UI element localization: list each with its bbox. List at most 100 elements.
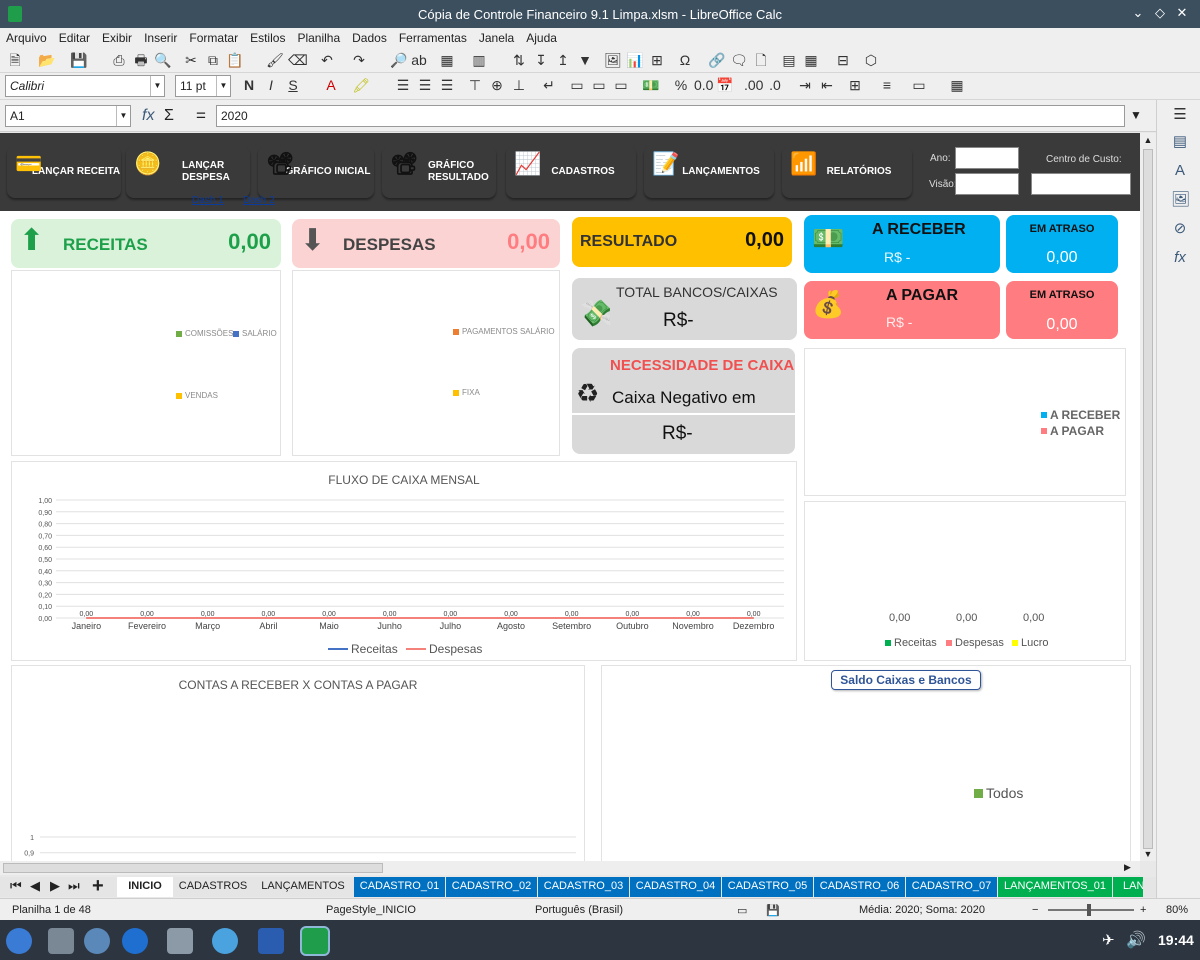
browser-icon[interactable] xyxy=(122,928,148,954)
tab-cadastro-07[interactable]: CADASTRO_07 xyxy=(906,877,997,897)
zoom-slider-handle[interactable] xyxy=(1087,904,1091,916)
cadastros-button[interactable]: 📈 CADASTROS xyxy=(506,146,636,198)
chart-icon[interactable]: 📊 xyxy=(626,51,644,69)
tab-lancamentos[interactable]: LANÇAMENTOS xyxy=(253,877,353,897)
menu-planilha[interactable]: Planilha xyxy=(291,28,346,45)
zoom-out-icon[interactable]: − xyxy=(1032,904,1038,916)
outdent-icon[interactable]: ⇤ xyxy=(818,76,836,94)
settings-icon[interactable] xyxy=(84,928,110,954)
functions-icon[interactable]: fx xyxy=(1171,249,1189,267)
file-manager-icon[interactable] xyxy=(167,928,193,954)
image-icon[interactable]: 🖼 xyxy=(604,51,622,69)
bold-icon[interactable]: N xyxy=(240,76,258,94)
wrap-text-icon[interactable]: ↵ xyxy=(540,76,558,94)
currency-icon[interactable]: 💵 xyxy=(642,76,660,94)
formula-icon[interactable]: = xyxy=(196,106,214,126)
visao-input[interactable] xyxy=(955,173,1019,195)
network-icon[interactable]: ✈ xyxy=(1102,931,1115,949)
menu-editar[interactable]: Editar xyxy=(53,28,96,45)
export-pdf-icon[interactable]: ⎙ xyxy=(110,51,128,69)
pivot-table-icon[interactable]: ⊞ xyxy=(648,51,666,69)
relatorios-button[interactable]: 📶 RELATÓRIOS xyxy=(782,146,912,198)
save-icon[interactable]: 💾 xyxy=(70,51,88,69)
horizontal-scrollbar[interactable]: ▶ xyxy=(0,861,1140,875)
tab-inicio[interactable]: INICIO xyxy=(117,877,173,897)
sort-descending-icon[interactable]: ↥ xyxy=(554,51,572,69)
redo-icon[interactable]: ↷ xyxy=(350,51,368,69)
italic-icon[interactable]: I xyxy=(262,76,280,94)
ano-input[interactable] xyxy=(955,147,1019,169)
borders-icon[interactable]: ⊞ xyxy=(846,76,864,94)
column-icon[interactable]: ▥ xyxy=(470,51,488,69)
highlight-icon[interactable]: 🖍 xyxy=(352,76,370,94)
sum-display[interactable]: Média: 2020; Soma: 2020 xyxy=(859,904,985,916)
scroll-up-icon[interactable]: ▲ xyxy=(1142,135,1154,147)
scroll-thumb[interactable] xyxy=(1143,149,1153,849)
special-char-icon[interactable]: Ω xyxy=(676,51,694,69)
lancamentos-button[interactable]: 📝 LANÇAMENTOS xyxy=(644,146,774,198)
tab-lancamentos-02[interactable]: LAN xyxy=(1113,877,1143,897)
zoom-level[interactable]: 80% xyxy=(1166,904,1188,916)
sort-icon[interactable]: ⇅ xyxy=(510,51,528,69)
calc-taskbar-icon[interactable] xyxy=(302,928,328,954)
tab-lancamentos-01[interactable]: LANÇAMENTOS_01 xyxy=(998,877,1112,897)
menu-estilos[interactable]: Estilos xyxy=(244,28,291,45)
cut-icon[interactable]: ✂ xyxy=(182,51,200,69)
split-window-icon[interactable]: ⊟ xyxy=(834,51,852,69)
font-size-select[interactable]: 11 pt ▼ xyxy=(175,75,231,97)
print-icon[interactable]: 🖶 xyxy=(132,51,150,69)
menu-inserir[interactable]: Inserir xyxy=(138,28,183,45)
menu-formatar[interactable]: Formatar xyxy=(183,28,244,45)
menu-icon[interactable]: ☰ xyxy=(1171,106,1189,124)
tab-cadastros[interactable]: CADASTROS xyxy=(174,877,252,897)
undo-icon[interactable]: ↶ xyxy=(318,51,336,69)
percent-icon[interactable]: % xyxy=(672,76,690,94)
formula-input[interactable]: 2020 xyxy=(216,105,1125,127)
tab-cadastro-02[interactable]: CADASTRO_02 xyxy=(446,877,537,897)
page-style[interactable]: PageStyle_INICIO xyxy=(326,904,416,916)
align-middle-icon[interactable]: ⊕ xyxy=(488,76,506,94)
language[interactable]: Português (Brasil) xyxy=(535,904,623,916)
merge-icon[interactable]: ▭ xyxy=(568,76,586,94)
properties-icon[interactable]: ▤ xyxy=(1171,133,1189,151)
next-sheet-icon[interactable]: ▶ xyxy=(50,878,60,894)
selection-mode-icon[interactable]: ▭ xyxy=(737,904,747,917)
paste-icon[interactable]: 📋 xyxy=(226,51,244,69)
unmerge-icon[interactable]: ▭ xyxy=(612,76,630,94)
zoom-in-icon[interactable]: + xyxy=(1140,904,1146,916)
print-preview-icon[interactable]: 🔍 xyxy=(154,51,172,69)
tab-cadastro-05[interactable]: CADASTRO_05 xyxy=(722,877,813,897)
add-decimal-icon[interactable]: .00 xyxy=(744,76,763,94)
maximize-icon[interactable]: ◇ xyxy=(1152,5,1168,21)
close-icon[interactable]: ✕ xyxy=(1174,5,1190,21)
first-sheet-icon[interactable]: ⏮ xyxy=(10,878,22,894)
align-left-icon[interactable]: ☰ xyxy=(394,76,412,94)
scroll-thumb[interactable] xyxy=(3,863,383,873)
expand-formula-icon[interactable]: ▼ xyxy=(1130,108,1142,122)
gallery-icon[interactable]: 🖼 xyxy=(1171,191,1190,209)
chevron-down-icon[interactable]: ▼ xyxy=(116,106,130,126)
menu-dados[interactable]: Dados xyxy=(346,28,393,45)
date-format-icon[interactable]: 📅 xyxy=(716,76,734,94)
centro-custo-input[interactable] xyxy=(1031,173,1131,195)
open-icon[interactable]: 📂 xyxy=(38,51,56,69)
find-replace-icon[interactable]: 🔎 xyxy=(390,51,408,69)
spreadsheet-area[interactable]: 💳 LANÇAR RECEITA 🪙 LANÇAR DESPESA 📽 GRÁFICO… xyxy=(0,133,1140,861)
number-format-icon[interactable]: 0.0 xyxy=(694,76,713,94)
menu-exibir[interactable]: Exibir xyxy=(96,28,138,45)
navigator-icon[interactable]: ⊘ xyxy=(1171,220,1189,238)
freeze-rows-icon[interactable]: ▦ xyxy=(802,51,820,69)
tab-cadastro-03[interactable]: CADASTRO_03 xyxy=(538,877,629,897)
indent-icon[interactable]: ⇥ xyxy=(796,76,814,94)
clear-format-icon[interactable]: ⌫ xyxy=(288,51,308,69)
clone-format-icon[interactable]: 🖌 xyxy=(266,51,284,69)
menu-janela[interactable]: Janela xyxy=(473,28,520,45)
header-footer-icon[interactable]: 🗋 xyxy=(752,51,770,69)
define-print-area-icon[interactable]: ▤ xyxy=(780,51,798,69)
draw-functions-icon[interactable]: ⬡ xyxy=(862,51,880,69)
copy-icon[interactable]: ⧉ xyxy=(204,51,222,69)
hyperlink-icon[interactable]: 🔗 xyxy=(708,51,726,69)
styles-icon[interactable]: A xyxy=(1171,162,1189,180)
add-sheet-icon[interactable]: + xyxy=(92,875,104,898)
tab-cadastro-01[interactable]: CADASTRO_01 xyxy=(354,877,445,897)
